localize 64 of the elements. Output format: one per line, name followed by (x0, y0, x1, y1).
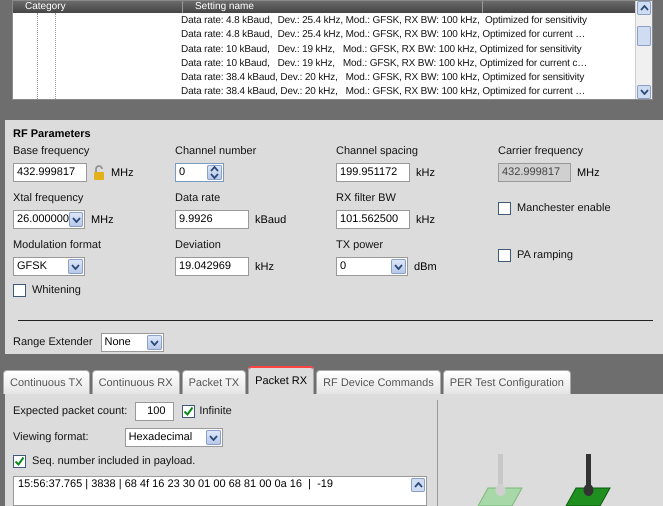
setting-row[interactable]: Data rate: 4.8 kBaud, Dev.: 25.4 kHz, Mod.: GFSK, RX BW: 100 kHz, Optimized for current … (181, 28, 586, 43)
checkbox-label: Manchester enable (517, 201, 611, 216)
input-field[interactable]: 101.562500 (336, 210, 410, 229)
unit-label: MHz (111, 166, 134, 178)
checkbox[interactable] (498, 249, 511, 262)
checkbox-label: PA ramping (517, 248, 574, 263)
setting-row[interactable]: Data rate: 10 kBaud, Dev.: 19 kHz, Mod.: GFSK, RX BW: 100 kHz, Optimized for sensitivity (181, 42, 582, 57)
unit-label: MHz (91, 214, 114, 226)
dropdown[interactable]: GFSK (13, 257, 85, 276)
column-header[interactable]: Setting name (183, 1, 483, 13)
spinner-arrows-icon[interactable] (207, 165, 222, 180)
dropdown[interactable]: None (100, 333, 164, 352)
unit-label: kHz (416, 166, 435, 178)
dropdown[interactable]: 26.000000 (13, 210, 85, 229)
field-label: Expected packet count: (13, 404, 128, 419)
tab[interactable]: Packet TX (182, 370, 246, 394)
log-line: 15:56:37.765 | 3838 | 68 4f 16 23 30 01 00 68 81 00 0a 16 | -19 (18, 478, 334, 490)
padlock-icon[interactable] (93, 165, 105, 180)
checkbox-label: Whitening (32, 283, 81, 298)
checkbox[interactable] (13, 455, 26, 468)
field-label: Channel spacing (336, 144, 419, 159)
input-field[interactable]: 100 (135, 402, 174, 421)
scrollbar-thumb[interactable] (637, 26, 651, 46)
checkbox-label: Seq. number included in payload. (32, 454, 196, 469)
unit-label: kHz (416, 214, 435, 226)
spinner-field[interactable]: 0 (175, 163, 224, 182)
input-field[interactable]: 199.951172 (336, 163, 410, 182)
unit-label: dBm (414, 260, 437, 272)
checkbox[interactable] (13, 284, 26, 297)
unit-label: MHz (577, 166, 600, 178)
tab[interactable]: Packet RX (248, 366, 314, 394)
field-label: Range Extender (13, 335, 92, 350)
checkbox[interactable] (498, 202, 511, 215)
setting-row[interactable]: Data rate: 38.4 kBaud, Dev.: 20 kHz, Mod.: GFSK, RX BW: 100 kHz, Optimized for sensitivity (181, 71, 584, 86)
input-field[interactable]: 19.042969 (175, 257, 249, 276)
input-field: 432.999817 (498, 163, 571, 182)
field-label: Base frequency (13, 144, 90, 159)
field-label: Deviation (175, 238, 222, 253)
field-label: Data rate (175, 191, 222, 206)
input-field[interactable]: 432.999817 (13, 163, 87, 182)
tab[interactable]: Continuous TX (3, 370, 90, 394)
section-title: RF Parameters (13, 128, 92, 140)
tab[interactable]: RF Device Commands (316, 370, 441, 394)
checkbox-label: Infinite (199, 404, 232, 419)
tab[interactable]: Continuous RX (92, 370, 180, 394)
field-label: RX filter BW (336, 191, 397, 206)
field-label: Xtal frequency (13, 191, 84, 206)
checkbox[interactable] (182, 405, 196, 418)
field-label: Viewing format: (13, 430, 89, 445)
setting-row[interactable]: Data rate: 10 kBaud, Dev.: 19 kHz, Mod.: GFSK, RX BW: 100 kHz, Optimized for current c… (181, 56, 588, 72)
input-field[interactable]: 9.9926 (175, 210, 249, 229)
setting-row[interactable]: Data rate: 38.4 kBaud, Dev.: 20 kHz, Mod.: GFSK, RX BW: 100 kHz, Optimized for current … (181, 85, 586, 100)
unit-label: kHz (255, 260, 274, 272)
scroll-up-button[interactable] (411, 478, 425, 492)
column-header[interactable]: Category (13, 1, 183, 13)
dropdown[interactable]: Hexadecimal (124, 428, 223, 447)
unit-label: kBaud (255, 214, 286, 226)
field-label: Carrier frequency (498, 144, 584, 159)
setting-row[interactable]: Data rate: 4.8 kBaud, Dev.: 25.4 kHz, Mod.: GFSK, RX BW: 100 kHz, Optimized for sensitivity (181, 14, 587, 28)
tab[interactable]: PER Test Configuration (442, 370, 571, 394)
field-label: Modulation format (13, 238, 102, 253)
field-label: Channel number (175, 144, 258, 159)
field-label: TX power (336, 238, 384, 253)
dropdown[interactable]: 0 (336, 257, 408, 276)
